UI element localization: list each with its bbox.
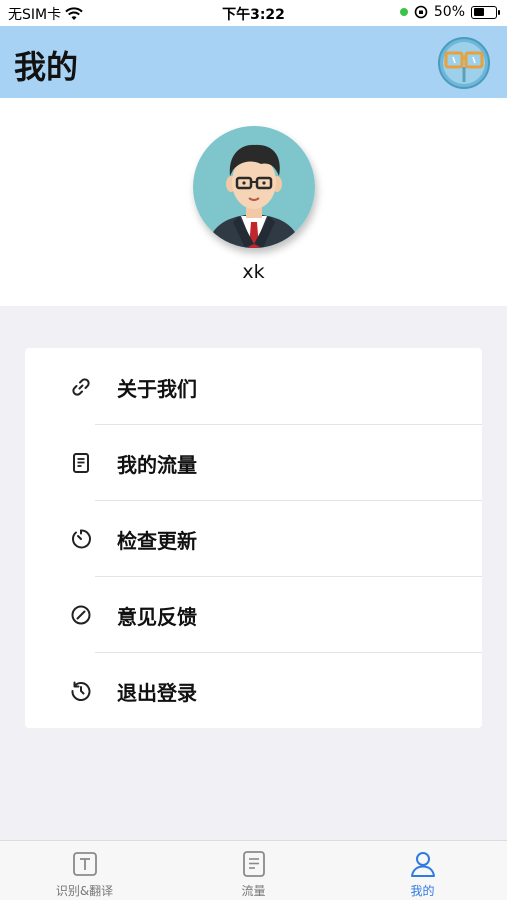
battery-fill bbox=[473, 8, 484, 16]
menu-item-label: 检查更新 bbox=[117, 529, 197, 553]
status-bar: 无SIM卡 下午3:22 50% bbox=[0, 0, 507, 26]
text-box-icon bbox=[73, 852, 97, 876]
header: 我的 bbox=[0, 26, 507, 98]
menu-item-label: 关于我们 bbox=[117, 377, 197, 401]
document-icon bbox=[243, 851, 265, 877]
link-icon bbox=[72, 378, 90, 396]
document-icon bbox=[73, 453, 89, 473]
avatar-illustration-icon bbox=[193, 126, 315, 248]
menu-item-my-traffic[interactable]: 我的流量 bbox=[25, 424, 482, 500]
tab-label: 流量 bbox=[241, 884, 266, 898]
tab-label: 我的 bbox=[410, 884, 435, 898]
battery-icon bbox=[471, 5, 500, 19]
menu-item-label: 意见反馈 bbox=[117, 605, 197, 629]
privacy-indicator-icon bbox=[399, 8, 408, 16]
tab-mine[interactable]: 我的 bbox=[338, 841, 507, 900]
timer-icon bbox=[72, 529, 91, 549]
menu-item-about[interactable]: 关于我们 bbox=[25, 348, 482, 424]
screen: 无SIM卡 下午3:22 50% 我的 xk 关于我们 我的流量 检查更新 意见… bbox=[0, 0, 507, 900]
menu-card: 关于我们 我的流量 检查更新 意见反馈 退出登录 bbox=[25, 348, 482, 728]
history-icon bbox=[71, 681, 91, 701]
orientation-lock-icon bbox=[414, 5, 428, 19]
tab-label: 识别&翻译 bbox=[55, 884, 114, 898]
menu-item-label: 退出登录 bbox=[117, 681, 197, 705]
status-right: 50% bbox=[399, 4, 500, 20]
battery-percent: 50% bbox=[433, 4, 465, 20]
menu-item-label: 我的流量 bbox=[117, 453, 197, 477]
slash-circle-icon bbox=[71, 605, 91, 625]
person-icon bbox=[411, 852, 435, 877]
tab-traffic[interactable]: 流量 bbox=[169, 841, 338, 900]
app-logo-icon[interactable] bbox=[437, 36, 491, 90]
tab-recognize-translate[interactable]: 识别&翻译 bbox=[0, 841, 169, 900]
tab-bar: 识别&翻译 流量 我的 bbox=[0, 840, 507, 900]
profile-section: xk bbox=[0, 98, 507, 306]
avatar[interactable] bbox=[193, 126, 315, 248]
menu-item-check-update[interactable]: 检查更新 bbox=[25, 500, 482, 576]
page-title: 我的 bbox=[14, 48, 79, 86]
menu-item-feedback[interactable]: 意见反馈 bbox=[25, 576, 482, 652]
username: xk bbox=[242, 261, 265, 283]
menu-item-logout[interactable]: 退出登录 bbox=[25, 652, 482, 728]
